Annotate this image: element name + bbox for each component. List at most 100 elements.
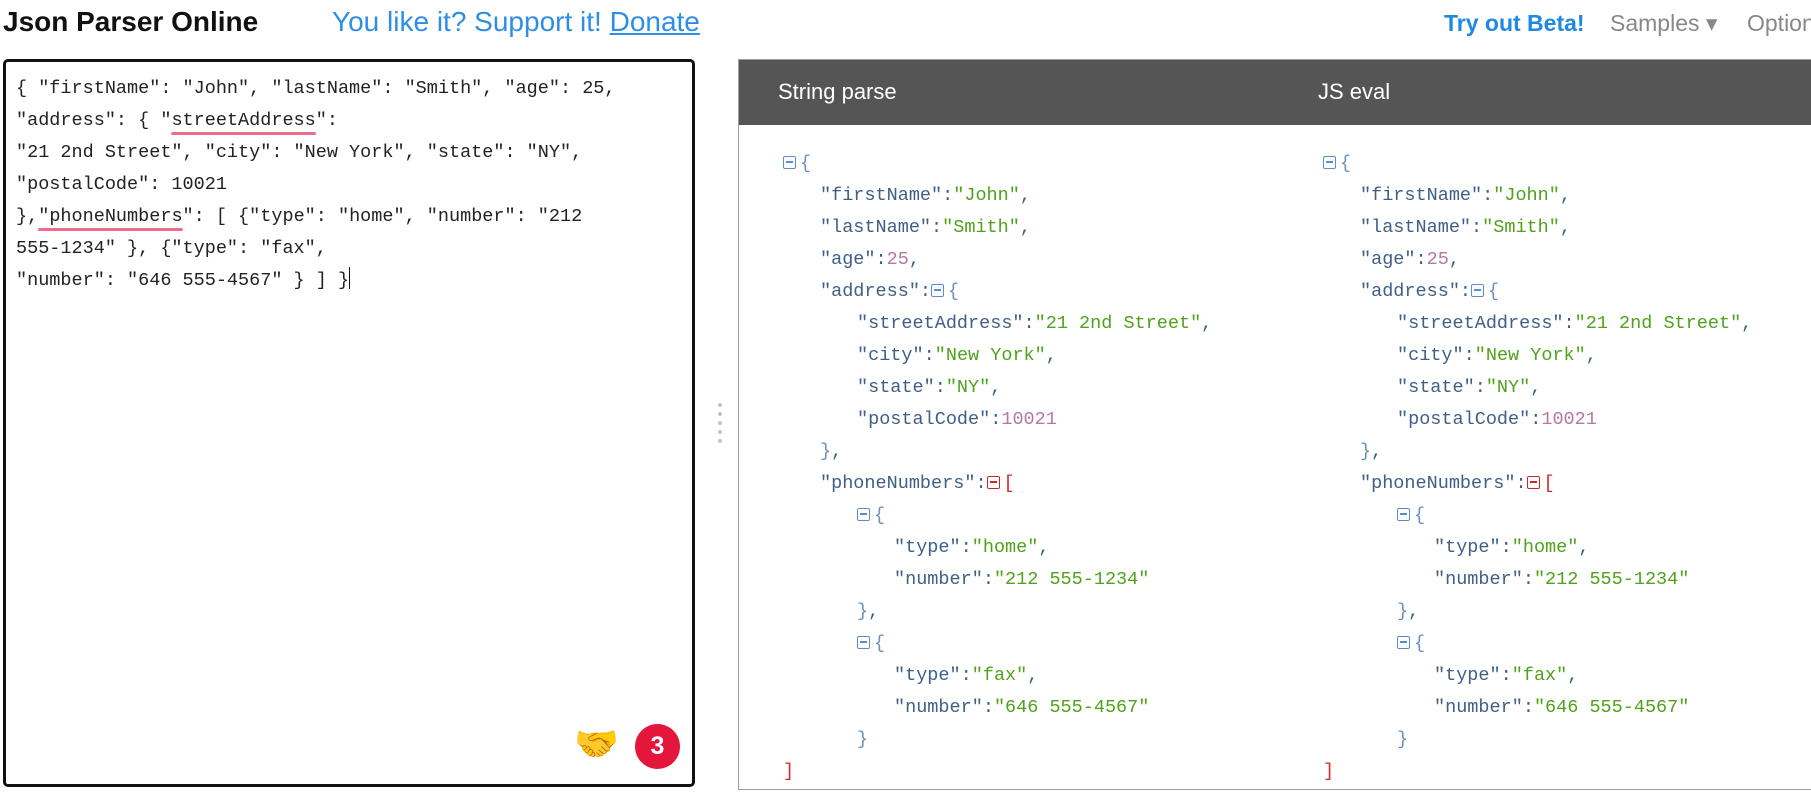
handshake-icon[interactable]: 🤝 — [574, 726, 619, 762]
tree-value: "home" — [1511, 537, 1579, 558]
tree-row: "type":"fax", — [1434, 660, 1578, 692]
text-caret — [349, 267, 351, 289]
tree-colon: : — [1522, 569, 1534, 590]
tree-key: "streetAddress" — [857, 313, 1024, 334]
collapse-toggle-icon[interactable] — [1397, 636, 1410, 649]
tree-key: "number" — [894, 569, 983, 590]
tree-colon: : — [1500, 665, 1512, 686]
tree-key: "postalCode" — [857, 409, 991, 430]
tree-row: { — [857, 628, 885, 660]
tree-row: }, — [820, 436, 842, 468]
tree-value: "NY" — [945, 377, 991, 398]
tree-colon: : — [1471, 217, 1483, 238]
tree-value: "212 555-1234" — [1533, 569, 1690, 590]
tree-comma: , — [1578, 537, 1590, 558]
tree-row: "address": { — [820, 276, 959, 308]
tree-key: "type" — [1434, 537, 1501, 558]
tree-value: "NY" — [1485, 377, 1531, 398]
samples-menu[interactable]: Samples ▾ — [1610, 10, 1717, 37]
tree-value: 25 — [1426, 249, 1449, 270]
tree-open-bracket: { — [948, 281, 960, 302]
tree-value: 25 — [886, 249, 909, 270]
tree-key: "lastName" — [1360, 217, 1472, 238]
tree-comma: , — [1201, 313, 1213, 334]
tree-comma: , — [831, 441, 843, 462]
tree-key: "type" — [894, 665, 961, 686]
tree-value: "21 2nd Street" — [1034, 313, 1202, 334]
try-beta-link[interactable]: Try out Beta! — [1444, 10, 1585, 37]
collapse-toggle-icon[interactable] — [986, 476, 1000, 489]
tree-row: }, — [857, 596, 879, 628]
tree-colon: : — [975, 473, 987, 494]
tree-close-bracket: } — [1397, 729, 1409, 750]
collapse-toggle-icon[interactable] — [857, 636, 870, 649]
notification-badge[interactable]: 3 — [635, 724, 680, 769]
tree-colon: : — [1515, 473, 1527, 494]
tree-key: "number" — [894, 697, 983, 718]
tree-comma: , — [1567, 665, 1579, 686]
tree-row: "type":"home", — [894, 532, 1049, 564]
tree-row: "firstName":"John", — [820, 180, 1031, 212]
js-eval-title: JS eval — [1318, 79, 1391, 104]
tree-row: "streetAddress":"21 2nd Street", — [857, 308, 1212, 340]
tree-colon: : — [919, 281, 932, 302]
collapse-toggle-icon[interactable] — [1323, 156, 1336, 169]
tree-key: "address" — [820, 281, 920, 302]
json-input-editor[interactable]: { "firstName": "John", "lastName": "Smit… — [3, 59, 695, 787]
tree-value: 10021 — [1541, 409, 1597, 430]
tree-open-bracket: { — [1414, 633, 1426, 654]
tree-comma: , — [1585, 345, 1597, 366]
app-title: Json Parser Online — [3, 6, 259, 37]
spellcheck-underline: "phoneNumbers — [38, 206, 183, 227]
collapse-toggle-icon[interactable] — [1471, 284, 1485, 297]
tree-value: "646 555-4567" — [993, 697, 1150, 718]
tree-colon: : — [1500, 537, 1512, 558]
tree-key: "phoneNumbers" — [820, 473, 976, 494]
tree-value: "New York" — [934, 345, 1046, 366]
tree-close-bracket: } — [820, 441, 832, 462]
tree-value: "212 555-1234" — [993, 569, 1150, 590]
support-message: You like it? Support it! Donate — [332, 6, 700, 38]
collapse-toggle-icon[interactable] — [1526, 476, 1540, 489]
tree-open-bracket: { — [1414, 505, 1426, 526]
tree-key: "address" — [1360, 281, 1460, 302]
tree-colon: : — [982, 697, 994, 718]
tree-key: "postalCode" — [1397, 409, 1531, 430]
donate-link[interactable]: Donate — [610, 6, 700, 37]
tree-row: "postalCode":10021 — [857, 404, 1057, 436]
panel-resize-handle[interactable] — [717, 403, 723, 449]
tree-colon: : — [1023, 313, 1035, 334]
tree-colon: : — [960, 665, 972, 686]
collapse-toggle-icon[interactable] — [857, 508, 870, 521]
tree-value: 10021 — [1001, 409, 1057, 430]
collapse-toggle-icon[interactable] — [1397, 508, 1410, 521]
tree-row: }, — [1360, 436, 1382, 468]
tree-colon: : — [1530, 409, 1542, 430]
tree-row: }, — [1397, 596, 1419, 628]
tree-value: "New York" — [1474, 345, 1586, 366]
tree-row: } — [857, 724, 868, 756]
tree-open-bracket: [ — [1003, 473, 1015, 494]
tree-comma: , — [908, 249, 920, 270]
options-menu[interactable]: Options — [1747, 10, 1811, 37]
collapse-toggle-icon[interactable] — [783, 156, 796, 169]
tree-value: "Smith" — [1482, 217, 1560, 238]
tree-colon: : — [1459, 281, 1472, 302]
spellcheck-underline: streetAddress — [171, 110, 316, 131]
tree-open-bracket: { — [874, 633, 886, 654]
tree-key: "number" — [1434, 697, 1523, 718]
tree-open-bracket: { — [1488, 281, 1500, 302]
tree-row: "number":"212 555-1234" — [1434, 564, 1689, 596]
tree-close-bracket: } — [1397, 601, 1409, 622]
json-input-text[interactable]: { "firstName": "John", "lastName": "Smit… — [16, 73, 616, 297]
tree-colon: : — [875, 249, 887, 270]
collapse-toggle-icon[interactable] — [931, 284, 945, 297]
tree-row: "age":25, — [1360, 244, 1460, 276]
tree-row: { — [1397, 500, 1425, 532]
tree-row: ] — [1323, 756, 1334, 788]
tree-key: "age" — [1360, 249, 1416, 270]
tree-colon: : — [942, 185, 954, 206]
tree-key: "city" — [1397, 345, 1464, 366]
tree-comma: , — [1045, 345, 1057, 366]
tree-row: "postalCode":10021 — [1397, 404, 1597, 436]
